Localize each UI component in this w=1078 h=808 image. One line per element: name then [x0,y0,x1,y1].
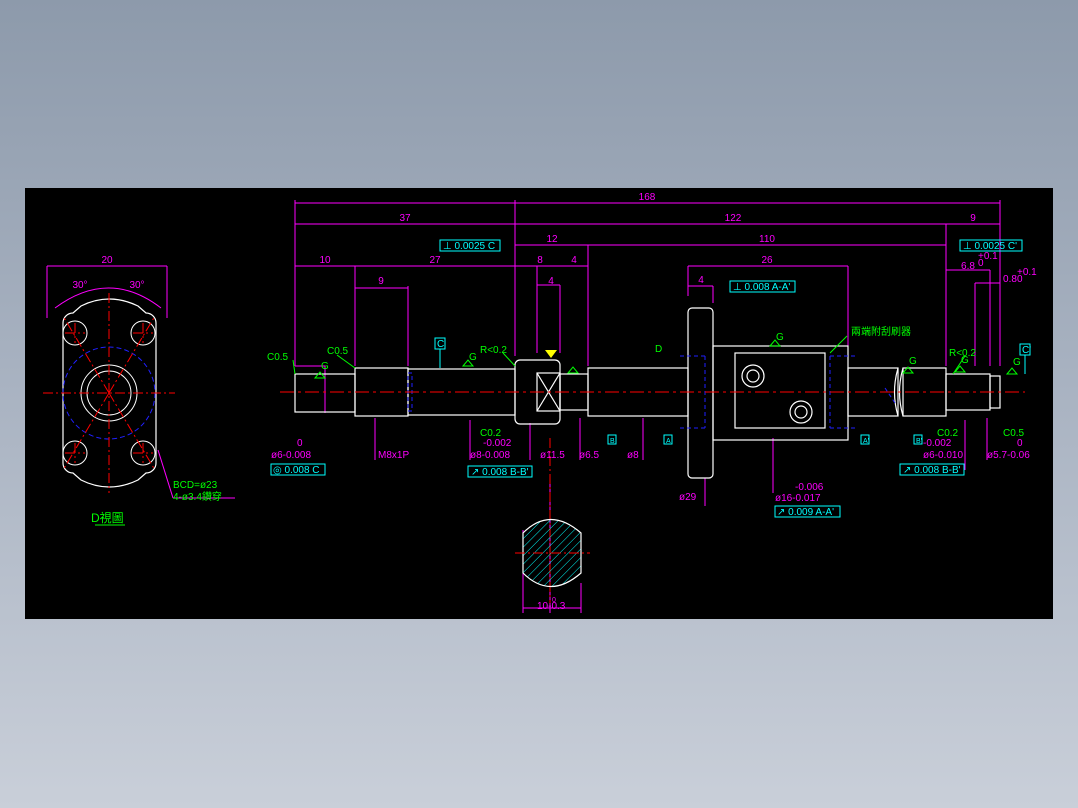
tol-6-8: +0.1 0 [978,251,998,269]
dim-4a: 4 [571,255,577,266]
datum-b: B [610,438,615,445]
section-view [515,519,590,587]
dim-37: 37 [399,213,411,224]
cad-drawing-viewport[interactable]: 168 37 122 9 12 110 10 27 9 8 4 4 4 26 6… [25,188,1053,619]
view-title: D視圖 [91,510,124,525]
note-c05-right: C0.5 [1003,428,1025,439]
callout-phi8: ø8-0.008 [470,450,510,461]
note-holes: 4-ø3.4鑽穿 [173,490,222,503]
note-wiper: 兩端附刮刷器 [851,325,911,338]
note-c05-left: C0.5 [267,352,289,363]
frame-runout-bb-right: ↗ 0.008 B-B' [903,465,961,476]
datum-a2: A' [863,438,869,445]
frame-perp-right: ⊥ 0.0025 C' [963,241,1017,252]
dim-27: 27 [429,255,441,266]
cad-drawing: 168 37 122 9 12 110 10 27 9 8 4 4 4 26 6… [43,192,1037,613]
dim-110: 110 [759,234,775,245]
dim-angle-right: 30° [129,280,144,291]
g-mark: G [961,355,969,366]
callout-phi5-7: ø5.7-0.06 [987,450,1030,461]
callout-phi5-7-tol: 0 [1017,438,1023,449]
g-mark: G [1013,357,1021,368]
dim-4c: 4 [698,275,704,286]
dim-10: 10 [319,255,331,266]
dim-4b: 4 [548,276,554,287]
callout-phi16-tol: -0.006 [795,482,824,493]
dim-6-8: 6.8 [961,261,975,272]
frame-runout-aa: ↗ 0.009 A-A' [777,507,834,518]
note-c02-left: C0.2 [480,428,502,439]
dim-flange-width: 20 [101,255,113,266]
note-c05-shaft: C0.5 [327,346,349,357]
dim-12: 12 [546,234,558,245]
callout-phi6: ø6-0.008 [271,450,311,461]
dim-9b: 9 [378,276,384,287]
flange-d-view [43,265,235,499]
dim-9: 9 [970,213,976,224]
dimension-lines [294,200,1001,613]
callout-phi6r: ø6-0.010 [923,450,963,461]
datum-c2: C' [1022,345,1031,356]
g-mark: G [469,352,477,363]
dim-overall: 168 [639,192,656,203]
frame-perp-left: ⊥ 0.0025 C [443,241,495,252]
g-mark: G [321,361,329,372]
callout-phi6r-tol: -0.002 [923,438,952,449]
callout-phi16: ø16-0.017 [775,493,821,504]
dim-angle-left: 30° [72,280,87,291]
callout-phi11-5: ø11.5 [540,450,565,461]
note-r02-left: R<0.2 [480,345,507,356]
dim-26: 26 [761,255,773,266]
dim-122: 122 [725,213,742,224]
callout-phi6-tol: 0 [297,438,303,449]
dim-0-8: 0.8 [1003,274,1017,285]
datum-markers [545,350,557,358]
frame-runout-bb: ↗ 0.008 B-B' [471,467,529,478]
callout-phi6-5: ø6.5 [579,450,599,461]
callout-phi8-tol: -0.002 [483,438,512,449]
datum-b2: B' [916,438,922,445]
dim-8: 8 [537,255,543,266]
note-view-arrow: D [655,344,662,355]
note-c02-right: C0.2 [937,428,959,439]
callout-phi8b: ø8 [627,450,639,461]
frame-concentric: ◎ 0.008 C [273,465,320,476]
datum-a: A [666,438,671,445]
tol-0-8: +0.1 0 [1017,267,1037,285]
callout-thread: M8x1P [378,450,409,461]
g-mark: G [909,356,917,367]
callout-phi29: ø29 [679,492,697,503]
datum-c: C [437,339,444,350]
g-mark: G [776,332,784,343]
note-bcd: BCD=ø23 [173,480,218,491]
section-dim: 10-0.3 [537,601,566,612]
frame-perp-nut: ⊥ 0.008 A-A' [733,282,790,293]
